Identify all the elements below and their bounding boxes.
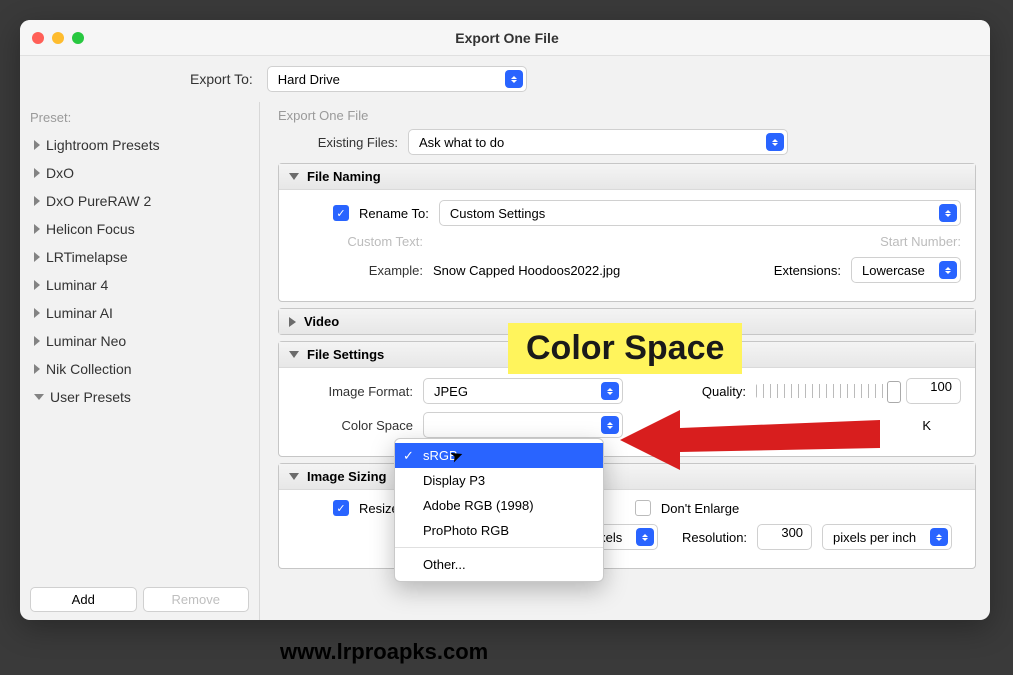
rename-to-label: Rename To: <box>359 206 429 221</box>
quality-input[interactable]: 100 <box>906 378 961 404</box>
resolution-label: Resolution: <box>682 530 747 545</box>
chevron-updown-icon <box>636 528 654 546</box>
preset-item[interactable]: Nik Collection <box>30 355 249 383</box>
triangle-right-icon <box>34 280 40 290</box>
rename-template-select[interactable]: Custom Settings <box>439 200 961 226</box>
triangle-right-icon <box>34 196 40 206</box>
dropdown-option-other[interactable]: Other... <box>395 552 603 577</box>
existing-files-label: Existing Files: <box>278 135 398 150</box>
preset-item[interactable]: DxO PureRAW 2 <box>30 187 249 215</box>
chevron-updown-icon <box>601 416 619 434</box>
dont-enlarge-checkbox[interactable] <box>635 500 651 516</box>
triangle-right-icon <box>34 140 40 150</box>
preset-item[interactable]: LRTimelapse <box>30 243 249 271</box>
remove-preset-button[interactable]: Remove <box>143 587 250 612</box>
resolution-unit-select[interactable]: pixels per inch <box>822 524 952 550</box>
window-controls <box>32 32 84 44</box>
extensions-select[interactable]: Lowercase <box>851 257 961 283</box>
disclosure-triangle-icon <box>289 351 299 358</box>
export-to-row: Export To: Hard Drive <box>20 56 990 102</box>
preset-item[interactable]: Helicon Focus <box>30 215 249 243</box>
divider <box>395 547 603 548</box>
chevron-updown-icon <box>930 528 948 546</box>
preset-item[interactable]: DxO <box>30 159 249 187</box>
dropdown-option-adobergb[interactable]: Adobe RGB (1998) <box>395 493 603 518</box>
preset-item[interactable]: Lightroom Presets <box>30 131 249 159</box>
example-label: Example: <box>293 263 423 278</box>
preset-header: Preset: <box>30 110 249 125</box>
export-to-value: Hard Drive <box>278 72 340 87</box>
minimize-icon[interactable] <box>52 32 64 44</box>
triangle-right-icon <box>34 168 40 178</box>
dropdown-option-prophoto[interactable]: ProPhoto RGB <box>395 518 603 543</box>
triangle-right-icon <box>34 252 40 262</box>
triangle-right-icon <box>34 224 40 234</box>
rename-checkbox[interactable]: ✓ <box>333 205 349 221</box>
color-space-select[interactable] <box>423 412 623 438</box>
chevron-updown-icon <box>505 70 523 88</box>
triangle-right-icon <box>34 308 40 318</box>
extensions-label: Extensions: <box>774 263 841 278</box>
chevron-updown-icon <box>766 133 784 151</box>
preset-item[interactable]: Luminar Neo <box>30 327 249 355</box>
watermark-text: www.lrproapks.com <box>280 639 488 665</box>
chevron-updown-icon <box>601 382 619 400</box>
preset-item[interactable]: User Presets <box>30 383 249 411</box>
resize-checkbox[interactable]: ✓ <box>333 500 349 516</box>
triangle-down-icon <box>34 394 44 400</box>
add-preset-button[interactable]: Add <box>30 587 137 612</box>
triangle-right-icon <box>34 364 40 374</box>
disclosure-triangle-icon <box>289 473 299 480</box>
chevron-updown-icon <box>939 204 957 222</box>
start-number-label: Start Number: <box>880 234 961 249</box>
existing-files-select[interactable]: Ask what to do <box>408 129 788 155</box>
preset-sidebar: Preset: Lightroom Presets DxO DxO PureRA… <box>20 102 260 620</box>
sub-header: Export One File <box>278 108 976 123</box>
file-naming-section: File Naming ✓ Rename To: Custom Settings… <box>278 163 976 302</box>
image-format-select[interactable]: JPEG <box>423 378 623 404</box>
preset-item[interactable]: Luminar 4 <box>30 271 249 299</box>
color-space-dropdown: sRGB Display P3 Adobe RGB (1998) ProPhot… <box>394 438 604 582</box>
preset-item[interactable]: Luminar AI <box>30 299 249 327</box>
disclosure-triangle-icon <box>289 173 299 180</box>
disclosure-triangle-icon <box>289 317 296 327</box>
image-format-label: Image Format: <box>293 384 413 399</box>
file-naming-header[interactable]: File Naming <box>279 164 975 190</box>
export-dialog: Export One File Export To: Hard Drive Pr… <box>20 20 990 620</box>
custom-text-label: Custom Text: <box>293 234 423 249</box>
quality-slider[interactable] <box>756 384 896 398</box>
resolution-input[interactable]: 300 <box>757 524 812 550</box>
chevron-updown-icon <box>939 261 957 279</box>
zoom-icon[interactable] <box>72 32 84 44</box>
dropdown-option-srgb[interactable]: sRGB <box>395 443 603 468</box>
export-to-select[interactable]: Hard Drive <box>267 66 527 92</box>
export-to-label: Export To: <box>190 71 253 87</box>
example-value: Snow Capped Hoodoos2022.jpg <box>433 263 620 278</box>
preset-list: Lightroom Presets DxO DxO PureRAW 2 Heli… <box>30 131 249 587</box>
quality-label: Quality: <box>702 384 746 399</box>
dropdown-option-displayp3[interactable]: Display P3 <box>395 468 603 493</box>
triangle-right-icon <box>34 336 40 346</box>
titlebar: Export One File <box>20 20 990 56</box>
close-icon[interactable] <box>32 32 44 44</box>
window-title: Export One File <box>84 30 930 46</box>
color-space-label: Color Space <box>293 418 413 433</box>
annotation-arrow-icon <box>620 400 890 480</box>
file-size-unit: K <box>922 418 931 433</box>
annotation-highlight: Color Space <box>508 323 742 374</box>
dont-enlarge-label: Don't Enlarge <box>661 501 739 516</box>
